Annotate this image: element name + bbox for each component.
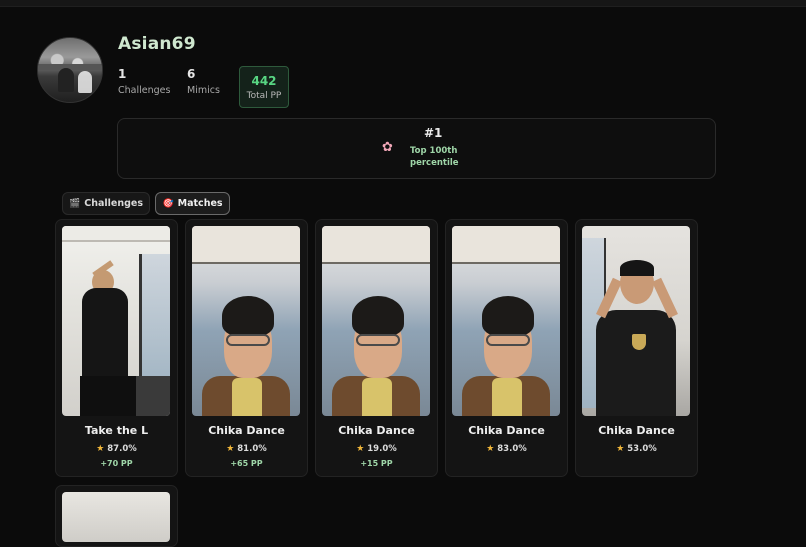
thumb-collar: [232, 378, 262, 416]
total-pp-value: 442: [251, 74, 277, 88]
stat-challenges-label: Challenges: [118, 85, 171, 96]
match-score-value: 87.0%: [107, 444, 137, 454]
match-score-value: 53.0%: [627, 444, 657, 454]
thumb-legs: [80, 376, 136, 416]
thumb-collar: [362, 378, 392, 416]
match-score: ★ 53.0%: [576, 444, 697, 454]
match-thumbnail: [62, 492, 170, 542]
match-thumbnail: [582, 226, 690, 416]
clapperboard-icon: 🎬: [69, 198, 81, 209]
stat-challenges: 1 Challenges: [118, 67, 170, 96]
match-card[interactable]: Chika Dance ★ 81.0% +65 PP: [185, 219, 308, 477]
thumb-shirt-logo: [632, 334, 646, 350]
thumb-ceiling: [62, 226, 170, 242]
avatar-person: [58, 68, 74, 92]
match-score: ★ 83.0%: [446, 444, 567, 454]
stat-challenges-value: 1: [118, 67, 127, 81]
match-title: Chika Dance: [338, 424, 415, 437]
target-icon: 🎯: [162, 198, 174, 209]
star-icon: ★: [226, 444, 235, 454]
stat-mimics-label: Mimics: [187, 85, 220, 96]
star-icon: ★: [356, 444, 365, 454]
stat-mimics: 6 Mimics: [187, 67, 220, 96]
match-score: ★ 81.0%: [186, 444, 307, 454]
thumb-blind: [192, 226, 300, 264]
match-title: Chika Dance: [598, 424, 675, 437]
match-title: Chika Dance: [208, 424, 285, 437]
thumb-blind: [322, 226, 430, 264]
match-thumbnail: [452, 226, 560, 416]
total-pp-label: Total PP: [246, 91, 282, 101]
rank-subtitle: Top 100th percentile: [410, 146, 459, 168]
thumb-collar: [492, 378, 522, 416]
thumb-body: [596, 310, 676, 416]
match-pp: +65 PP: [230, 459, 263, 468]
flower-icon: ✿: [382, 140, 393, 155]
tab-matches[interactable]: 🎯 Matches: [155, 192, 230, 215]
thumb-body: [82, 288, 128, 380]
match-card-partial[interactable]: [55, 485, 178, 547]
star-icon: ★: [616, 444, 625, 454]
match-score: ★ 19.0%: [316, 444, 437, 454]
thumb-glasses: [356, 334, 400, 346]
thumb-glasses: [486, 334, 530, 346]
username: Asian69: [118, 34, 196, 54]
match-card[interactable]: Chika Dance ★ 83.0%: [445, 219, 568, 477]
tab-challenges[interactable]: 🎬 Challenges: [62, 192, 150, 215]
tab-challenges-label: Challenges: [84, 198, 143, 209]
match-title: Take the L: [84, 424, 149, 437]
thumb-window: [139, 254, 170, 394]
avatar: [37, 37, 103, 103]
total-pp-badge: 442 Total PP: [239, 66, 289, 108]
match-score: ★ 87.0%: [56, 444, 177, 454]
match-pp: +70 PP: [100, 459, 133, 468]
match-thumbnail: [322, 226, 430, 416]
star-icon: ★: [486, 444, 495, 454]
match-score-value: 81.0%: [237, 444, 267, 454]
thumb-hair: [620, 260, 654, 276]
match-card[interactable]: Chika Dance ★ 53.0%: [575, 219, 698, 477]
tab-matches-label: Matches: [177, 198, 223, 209]
match-card[interactable]: Chika Dance ★ 19.0% +15 PP: [315, 219, 438, 477]
match-score-value: 19.0%: [367, 444, 397, 454]
match-score-value: 83.0%: [497, 444, 527, 454]
match-thumbnail: [62, 226, 170, 416]
thumb-blind: [452, 226, 560, 264]
thumb-chair: [136, 376, 170, 416]
stat-mimics-value: 6: [187, 67, 196, 81]
star-icon: ★: [96, 444, 105, 454]
thumb-glasses: [226, 334, 270, 346]
top-bar: [0, 0, 806, 7]
avatar-person-2: [78, 71, 92, 93]
match-title: Chika Dance: [468, 424, 545, 437]
match-card[interactable]: Take the L ★ 87.0% +70 PP: [55, 219, 178, 477]
thumb-hair: [222, 296, 274, 336]
match-thumbnail: [192, 226, 300, 416]
thumb-hair: [352, 296, 404, 336]
rank-position: #1: [424, 126, 443, 140]
match-pp: +15 PP: [360, 459, 393, 468]
thumb-hair: [482, 296, 534, 336]
